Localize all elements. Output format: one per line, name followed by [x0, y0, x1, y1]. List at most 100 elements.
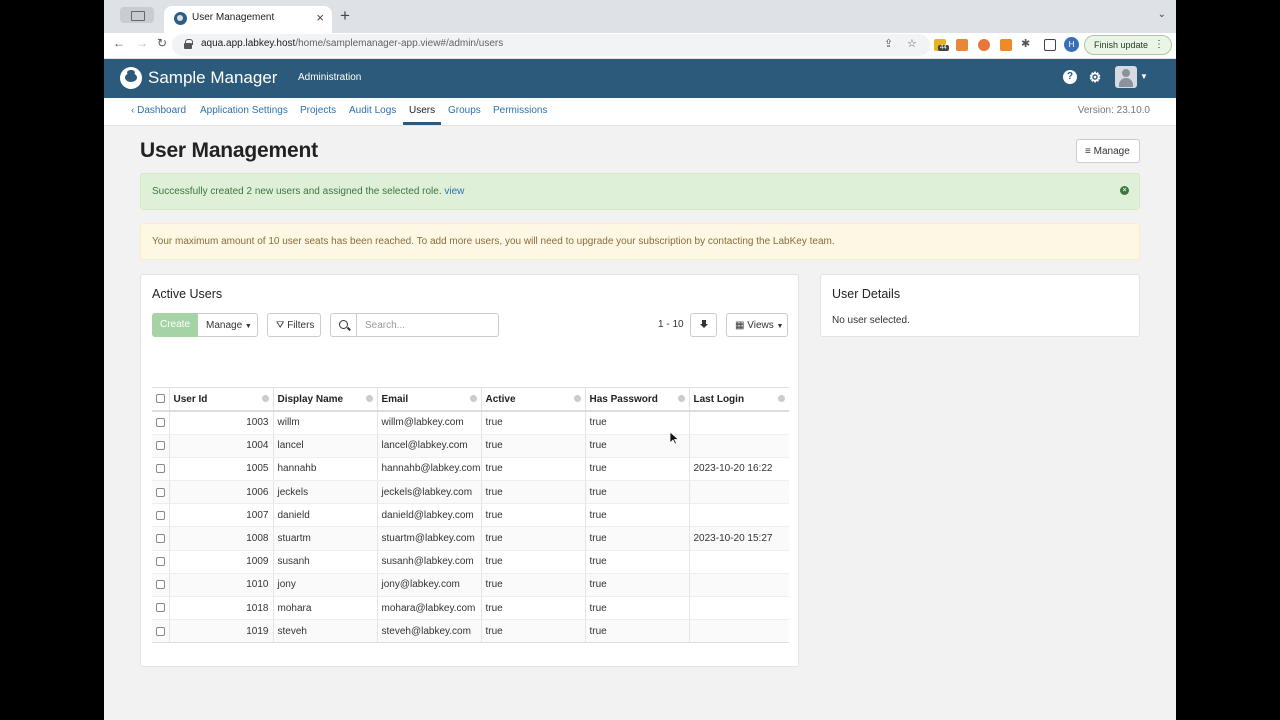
row-select-cell[interactable]	[152, 526, 170, 551]
column-menu-icon[interactable]	[677, 395, 685, 402]
lock-icon[interactable]	[184, 39, 193, 49]
sample-manager-logo-icon[interactable]	[120, 67, 142, 89]
column-header[interactable]: User Id	[169, 388, 274, 412]
row-checkbox[interactable]	[156, 580, 165, 590]
url-text[interactable]: aqua.app.labkey.host/home/samplemanager-…	[201, 38, 503, 49]
search-button[interactable]	[330, 313, 357, 337]
table-row[interactable]: 1018 mohara mohara@labkey.com true true	[152, 596, 789, 621]
row-checkbox[interactable]	[156, 487, 165, 497]
manage-button[interactable]: ≡ Manage	[1076, 139, 1140, 163]
extension-a-icon[interactable]	[1000, 39, 1012, 51]
row-select-cell[interactable]	[152, 596, 170, 621]
email-cell: steveh@labkey.com	[377, 619, 482, 642]
export-button[interactable]	[690, 313, 717, 337]
row-checkbox[interactable]	[156, 533, 165, 543]
row-select-cell[interactable]	[152, 619, 170, 642]
column-menu-icon[interactable]	[777, 395, 785, 402]
table-row[interactable]: 1007 danield danield@labkey.com true true	[152, 503, 789, 528]
column-header[interactable]: Has Password	[585, 388, 690, 412]
column-menu-icon[interactable]	[365, 395, 373, 402]
column-header[interactable]: Last Login	[689, 388, 789, 412]
table-row[interactable]: 1003 willm willm@labkey.com true true	[152, 411, 789, 435]
row-select-cell[interactable]	[152, 457, 170, 482]
select-all-checkbox[interactable]	[156, 394, 165, 404]
display-name-cell: danield	[273, 503, 378, 528]
row-checkbox[interactable]	[156, 510, 165, 520]
column-menu-icon[interactable]	[573, 395, 581, 402]
globe-icon	[174, 12, 187, 25]
active-cell: true	[481, 526, 586, 551]
row-checkbox[interactable]	[156, 464, 165, 474]
column-menu-icon[interactable]	[469, 395, 477, 402]
chevron-left-icon: ‹	[131, 105, 135, 116]
search-input[interactable]	[356, 313, 499, 337]
reload-icon[interactable]: ↻	[157, 36, 167, 50]
row-select-cell[interactable]	[152, 434, 170, 458]
view-link[interactable]: view	[444, 186, 464, 197]
row-checkbox[interactable]	[156, 557, 165, 567]
subnav-permissions[interactable]: Permissions	[493, 105, 547, 116]
select-all-checkbox-cell[interactable]	[152, 388, 170, 412]
subnav-groups[interactable]: Groups	[448, 105, 481, 116]
extension-circle-icon[interactable]	[978, 39, 990, 51]
table-row[interactable]: 1019 steveh steveh@labkey.com true true	[152, 619, 789, 642]
row-select-cell[interactable]	[152, 503, 170, 528]
column-header[interactable]: Active	[481, 388, 586, 412]
help-icon[interactable]: ?	[1063, 70, 1077, 84]
users-grid: User Id Display Name Email Active Has Pa…	[152, 387, 789, 643]
subnav-audit-logs[interactable]: Audit Logs	[349, 105, 396, 116]
puzzle-icon[interactable]: ✱	[1021, 37, 1030, 50]
row-checkbox[interactable]	[156, 603, 165, 613]
row-select-cell[interactable]	[152, 480, 170, 505]
subnav-projects[interactable]: Projects	[300, 105, 336, 116]
user-avatar[interactable]	[1115, 66, 1137, 88]
row-checkbox[interactable]	[156, 441, 165, 451]
last-login-cell	[689, 480, 789, 505]
subnav-users[interactable]: Users	[409, 105, 435, 116]
table-row[interactable]: 1004 lancel lancel@labkey.com true true	[152, 434, 789, 458]
row-select-cell[interactable]	[152, 550, 170, 574]
chevron-down-icon[interactable]: ⌄	[1158, 9, 1166, 20]
tab-search-icon[interactable]	[120, 7, 154, 23]
row-checkbox[interactable]	[156, 418, 165, 428]
table-row[interactable]: 1005 hannahb hannahb@labkey.com true true 202…	[152, 457, 789, 482]
forward-icon[interactable]: →	[136, 36, 148, 50]
sidepanel-icon[interactable]	[1044, 39, 1056, 51]
row-select-cell[interactable]	[152, 411, 170, 435]
table-row[interactable]: 1010 jony jony@labkey.com true true	[152, 573, 789, 598]
filters-button[interactable]: ⛛ Filters	[267, 313, 321, 337]
share-icon[interactable]: ⇪	[884, 37, 893, 50]
views-button[interactable]: ▦ Views ▼	[726, 313, 788, 337]
create-button[interactable]: Create	[152, 313, 198, 337]
table-row[interactable]: 1009 susanh susanh@labkey.com true true	[152, 550, 789, 574]
caret-down-icon: ▼	[244, 323, 252, 330]
subnav-application-settings[interactable]: Application Settings	[200, 105, 288, 116]
browser-tab[interactable]: User Management ×	[164, 6, 332, 33]
star-icon[interactable]: ☆	[907, 37, 917, 50]
subnav-dashboard[interactable]: ‹ Dashboard	[131, 105, 186, 116]
row-select-cell[interactable]	[152, 573, 170, 598]
column-header[interactable]: Display Name	[273, 388, 378, 412]
back-icon[interactable]: ←	[113, 36, 125, 50]
users-table: User Id Display Name Email Active Has Pa…	[152, 388, 789, 642]
finish-update-button[interactable]: Finish update ⋮	[1084, 35, 1172, 55]
app-name[interactable]: Sample Manager	[148, 68, 277, 88]
column-header[interactable]: Email	[377, 388, 482, 412]
caret-down-icon[interactable]: ▼	[1140, 72, 1148, 81]
display-name-cell: stuartm	[273, 526, 378, 551]
dismiss-icon[interactable]: ×	[1120, 186, 1129, 195]
table-row[interactable]: 1008 stuartm stuartm@labkey.com true true 202…	[152, 526, 789, 551]
gear-icon[interactable]: ⚙	[1088, 70, 1102, 84]
column-menu-icon[interactable]	[261, 395, 269, 402]
new-tab-icon[interactable]: +	[340, 6, 350, 26]
grid-manage-button[interactable]: Manage ▼	[198, 313, 258, 337]
row-checkbox[interactable]	[156, 626, 165, 636]
extension-grid-icon[interactable]	[956, 39, 968, 51]
display-name-cell: willm	[273, 411, 378, 435]
address-bar[interactable]: aqua.app.labkey.host/home/samplemanager-…	[172, 34, 930, 56]
display-name-cell: steveh	[273, 619, 378, 642]
kebab-menu-icon[interactable]: ⋮	[1154, 39, 1164, 50]
profile-avatar[interactable]: H	[1064, 37, 1079, 52]
table-row[interactable]: 1006 jeckels jeckels@labkey.com true true	[152, 480, 789, 505]
close-icon[interactable]: ×	[316, 10, 324, 25]
